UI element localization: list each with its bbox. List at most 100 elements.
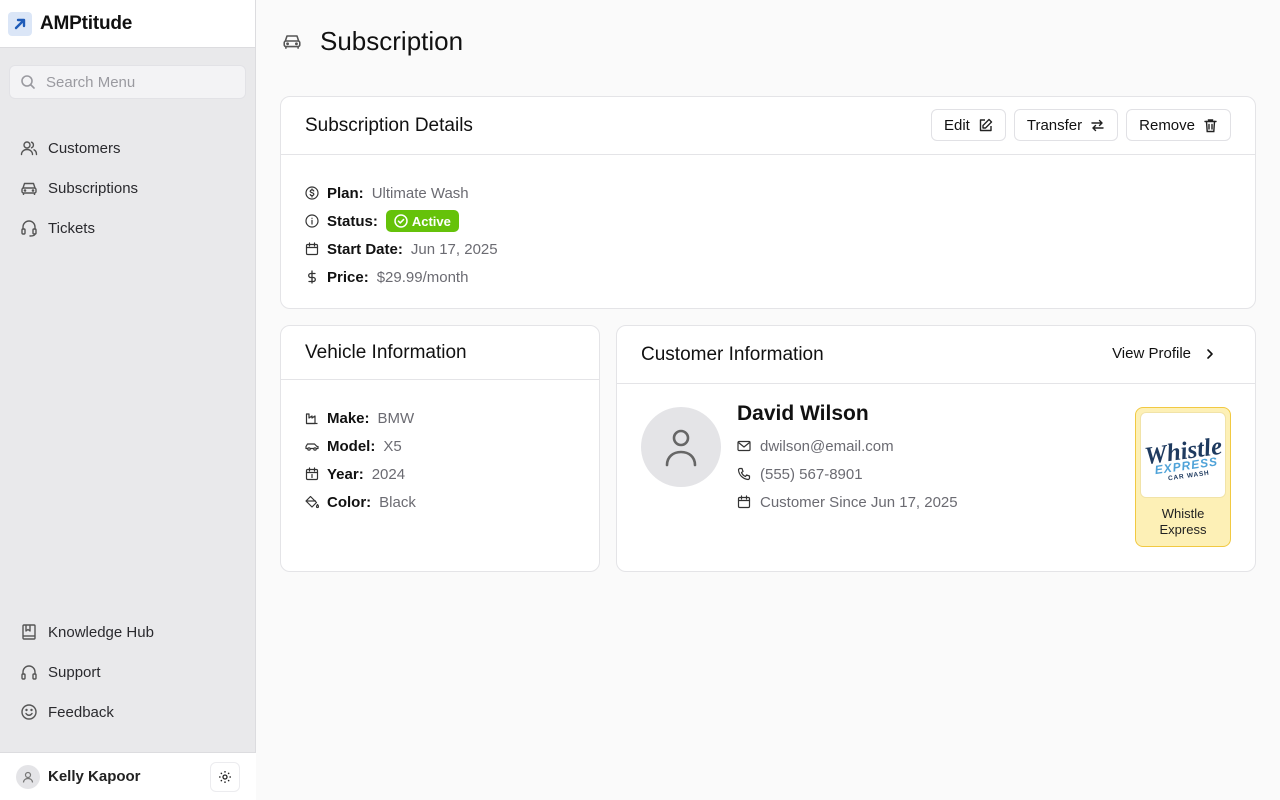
- trash-icon: [1203, 118, 1218, 133]
- card-header: Subscription Details Edit Transfer Remov…: [281, 97, 1255, 155]
- calendar-icon: [305, 467, 319, 481]
- secondary-nav: Knowledge Hub Support Feedback: [0, 612, 256, 732]
- calendar-icon: [305, 242, 319, 256]
- plan-value: Ultimate Wash: [371, 184, 469, 202]
- transfer-button[interactable]: Transfer: [1013, 109, 1119, 141]
- app-logo-icon: [8, 11, 32, 36]
- book-icon: [20, 623, 38, 641]
- sidebar-item-customers[interactable]: Customers: [0, 128, 256, 168]
- customer-info: David Wilson dwilson@email.com (555) 567…: [737, 402, 958, 516]
- dollar-circle-icon: [305, 186, 319, 200]
- search-input[interactable]: [46, 73, 226, 91]
- info-icon: [305, 214, 319, 228]
- price-label: Price:: [327, 268, 369, 286]
- calendar-icon: [737, 495, 751, 509]
- car-icon: [282, 31, 302, 51]
- year-row: Year: 2024: [305, 460, 599, 488]
- view-profile-link[interactable]: View Profile: [1112, 345, 1215, 362]
- sidebar-item-label: Support: [48, 663, 101, 681]
- year-value: 2024: [371, 465, 406, 483]
- price-value: $29.99/month: [376, 268, 469, 286]
- sidebar-item-label: Knowledge Hub: [48, 623, 154, 641]
- headphones-icon: [20, 663, 38, 681]
- edit-icon: [978, 118, 993, 133]
- plan-row: Plan: Ultimate Wash: [305, 179, 1255, 207]
- make-value: BMW: [377, 409, 415, 427]
- model-row: Model: X5: [305, 432, 599, 460]
- site-brand-tile[interactable]: Whistle EXPRESS CAR WASH Whistle Express: [1135, 407, 1231, 547]
- status-badge: Active: [385, 210, 459, 232]
- user-icon: [663, 427, 699, 467]
- subscription-details: Plan: Ultimate Wash Status: Active Start…: [281, 155, 1255, 291]
- sidebar-item-label: Feedback: [48, 703, 114, 721]
- start-date-label: Start Date:: [327, 240, 403, 258]
- year-label: Year:: [327, 465, 364, 483]
- sidebar-item-label: Customers: [48, 139, 121, 157]
- subscription-actions: Edit Transfer Remove: [930, 109, 1231, 141]
- sidebar-item-label: Subscriptions: [48, 179, 139, 197]
- remove-button-label: Remove: [1139, 116, 1195, 134]
- customer-phone[interactable]: (555) 567-8901: [760, 466, 863, 483]
- edit-button-label: Edit: [943, 116, 970, 134]
- sidebar: AMPtitude Customers: [0, 0, 256, 800]
- status-row: Status: Active: [305, 207, 1255, 235]
- email-row: dwilson@email.com: [737, 432, 958, 460]
- sidebar-item-feedback[interactable]: Feedback: [0, 692, 256, 732]
- search-icon: [20, 74, 36, 90]
- headset-icon: [20, 219, 38, 237]
- make-row: Make: BMW: [305, 404, 599, 432]
- card-title: Customer Information: [641, 343, 824, 365]
- make-label: Make:: [327, 409, 370, 427]
- status-label: Status:: [327, 212, 378, 230]
- sidebar-item-tickets[interactable]: Tickets: [0, 208, 256, 248]
- card-title: Vehicle Information: [305, 341, 467, 363]
- vehicle-information-card: Vehicle Information Make: BMW Model: X5 …: [280, 325, 600, 572]
- customer-avatar: [641, 407, 721, 487]
- card-header: Vehicle Information: [281, 326, 599, 380]
- edit-button[interactable]: Edit: [930, 109, 1006, 141]
- plan-label: Plan:: [327, 184, 364, 202]
- color-value: Black: [379, 493, 416, 511]
- color-row: Color: Black: [305, 488, 599, 516]
- phone-row: (555) 567-8901: [737, 460, 958, 488]
- customer-email[interactable]: dwilson@email.com: [760, 438, 894, 455]
- search-box[interactable]: [9, 65, 246, 99]
- model-label: Model:: [327, 437, 376, 455]
- phone-icon: [737, 467, 751, 481]
- card-header: Customer Information View Profile: [617, 326, 1255, 384]
- sidebar-item-support[interactable]: Support: [0, 652, 256, 692]
- status-badge-label: Active: [411, 213, 451, 229]
- check-circle-icon: [394, 214, 408, 228]
- sidebar-item-knowledge-hub[interactable]: Knowledge Hub: [0, 612, 256, 652]
- app-name: AMPtitude: [40, 12, 133, 34]
- dollar-icon: [305, 270, 319, 284]
- user-name: Kelly Kapoor: [48, 768, 141, 785]
- brand-header[interactable]: AMPtitude: [0, 0, 255, 48]
- mail-icon: [737, 439, 751, 453]
- start-date-value: Jun 17, 2025: [410, 240, 498, 258]
- card-title: Subscription Details: [305, 114, 473, 136]
- car-side-icon: [305, 439, 319, 453]
- remove-button[interactable]: Remove: [1126, 109, 1231, 141]
- sidebar-item-subscriptions[interactable]: Subscriptions: [0, 168, 256, 208]
- user-bar: Kelly Kapoor: [0, 752, 256, 800]
- transfer-icon: [1090, 118, 1105, 133]
- car-icon: [20, 179, 38, 197]
- vehicle-details: Make: BMW Model: X5 Year: 2024 Color: Bl…: [281, 380, 599, 516]
- customer-since: Customer Since Jun 17, 2025: [760, 493, 958, 511]
- avatar[interactable]: [16, 764, 40, 789]
- view-profile-label: View Profile: [1112, 345, 1191, 362]
- price-row: Price: $29.99/month: [305, 263, 1255, 291]
- whistle-express-logo: Whistle EXPRESS CAR WASH: [1140, 412, 1226, 498]
- smile-icon: [20, 703, 38, 721]
- factory-icon: [305, 411, 319, 425]
- settings-button[interactable]: [210, 762, 240, 792]
- subscription-details-card: Subscription Details Edit Transfer Remov…: [280, 96, 1256, 309]
- model-value: X5: [383, 437, 402, 455]
- gear-icon: [218, 770, 232, 784]
- color-label: Color:: [327, 493, 372, 511]
- customer-name: David Wilson: [737, 402, 869, 425]
- paint-bucket-icon: [305, 495, 319, 509]
- customer-information-card: Customer Information View Profile David …: [616, 325, 1256, 572]
- sidebar-item-label: Tickets: [48, 219, 95, 237]
